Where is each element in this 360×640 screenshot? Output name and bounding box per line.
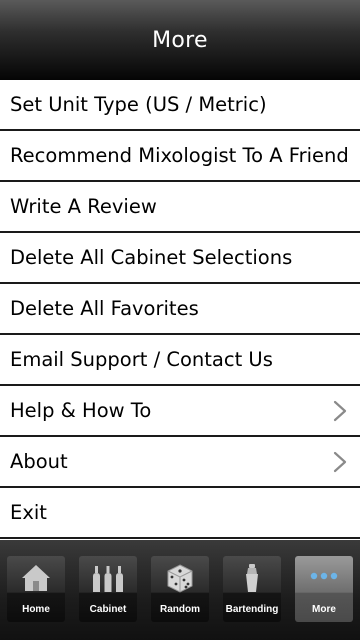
bottom-tab-bar: Home Cabinet Random Bartending More: [0, 540, 360, 640]
bottles-icon: [93, 566, 123, 592]
tab-label: More: [312, 604, 336, 615]
menu-item-label: Exit: [10, 501, 47, 524]
dice-icon: [167, 564, 193, 593]
shaker-icon: [246, 564, 258, 592]
home-icon: [22, 565, 50, 591]
menu-item-recommend[interactable]: Recommend Mixologist To A Friend: [0, 131, 360, 182]
menu-item-label: Set Unit Type (US / Metric): [10, 93, 267, 116]
menu-item-label: Help & How To: [10, 399, 152, 422]
tab-more[interactable]: More: [295, 556, 353, 622]
chevron-right-icon: [333, 451, 347, 472]
more-dots-icon: [310, 572, 338, 580]
menu-item-exit[interactable]: Exit: [0, 488, 360, 539]
menu-item-label: Delete All Cabinet Selections: [10, 246, 293, 269]
header-bar: More: [0, 0, 360, 80]
tab-cabinet[interactable]: Cabinet: [79, 556, 137, 622]
tab-label: Home: [22, 604, 50, 615]
menu-item-help[interactable]: Help & How To: [0, 386, 360, 437]
menu-item-set-unit-type[interactable]: Set Unit Type (US / Metric): [0, 80, 360, 131]
tab-random[interactable]: Random: [151, 556, 209, 622]
menu-item-delete-favorites[interactable]: Delete All Favorites: [0, 284, 360, 335]
tab-label: Bartending: [225, 604, 279, 615]
menu-item-label: Write A Review: [10, 195, 157, 218]
tab-label: Random: [160, 604, 200, 615]
menu-item-label: About: [10, 450, 68, 473]
page-title: More: [152, 27, 208, 53]
menu-item-delete-cabinet-selections[interactable]: Delete All Cabinet Selections: [0, 233, 360, 284]
tab-home[interactable]: Home: [7, 556, 65, 622]
menu-item-write-review[interactable]: Write A Review: [0, 182, 360, 233]
tab-label: Cabinet: [89, 604, 127, 615]
tab-bartending[interactable]: Bartending: [223, 556, 281, 622]
more-menu-list: Set Unit Type (US / Metric) Recommend Mi…: [0, 80, 360, 540]
menu-item-about[interactable]: About: [0, 437, 360, 488]
menu-item-email-support[interactable]: Email Support / Contact Us: [0, 335, 360, 386]
chevron-right-icon: [333, 400, 347, 421]
menu-item-label: Email Support / Contact Us: [10, 348, 273, 371]
menu-item-label: Delete All Favorites: [10, 297, 199, 320]
menu-item-label: Recommend Mixologist To A Friend: [10, 144, 349, 167]
